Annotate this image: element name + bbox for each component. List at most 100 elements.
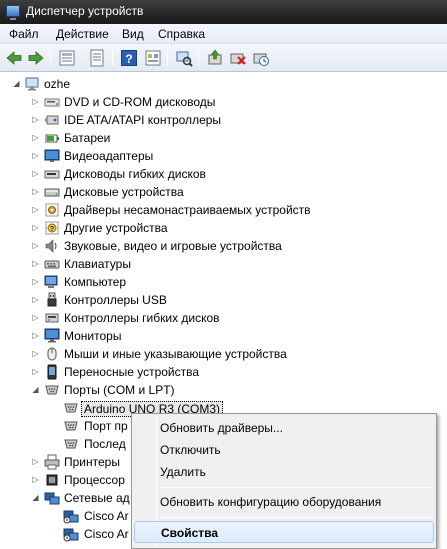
- tree-category[interactable]: ▷ Мониторы: [0, 327, 447, 345]
- expand-arrow-icon[interactable]: ▷: [31, 367, 40, 376]
- tree-category-label: DVD и CD-ROM дисководы: [64, 95, 216, 109]
- tree-category-label: Мыши и иные указывающие устройства: [64, 347, 287, 361]
- menu-item-disable[interactable]: Отключить: [134, 439, 434, 461]
- tree-category-label: Процессор: [64, 473, 125, 487]
- mouse-icon: [44, 346, 60, 362]
- expand-arrow-icon[interactable]: ▷: [31, 187, 40, 196]
- network-adapter-icon: [44, 490, 60, 506]
- expand-arrow-icon[interactable]: ▷: [31, 349, 40, 358]
- tree-category[interactable]: ▷ Переносные устройства: [0, 363, 447, 381]
- tree-root-label: ozhe: [44, 77, 71, 91]
- tree-category[interactable]: ▷ Драйверы несамонастраиваемых устройств: [0, 201, 447, 219]
- tree-category[interactable]: ▷ Компьютер: [0, 273, 447, 291]
- tree-device-label: Послед: [84, 437, 126, 451]
- tree-category[interactable]: ▷ Батареи: [0, 129, 447, 147]
- tree-category[interactable]: ▷ IDE ATA/ATAPI контроллеры: [0, 111, 447, 129]
- tree-device-label: Cisco Ar: [84, 527, 129, 541]
- tree-category[interactable]: ▷ Видеоадаптеры: [0, 147, 447, 165]
- disk-drive-icon: [44, 184, 60, 200]
- display-adapter-icon: [44, 148, 60, 164]
- ide-controller-icon: [44, 112, 60, 128]
- expand-arrow-icon[interactable]: ▷: [31, 97, 40, 106]
- svg-text:?: ?: [125, 52, 132, 66]
- menu-item-properties[interactable]: Свойства: [134, 521, 434, 543]
- port-icon: [63, 436, 79, 452]
- tree-category[interactable]: ▷ ? Другие устройства: [0, 219, 447, 237]
- context-menu: Обновить драйверы... Отключить Удалить О…: [131, 413, 437, 549]
- menu-file[interactable]: Файл: [9, 27, 39, 41]
- expand-arrow-icon[interactable]: ▷: [31, 475, 40, 484]
- tree-category-label: Дисководы гибких дисков: [64, 167, 206, 181]
- expand-arrow-icon[interactable]: ▷: [31, 457, 40, 466]
- menu-help[interactable]: Справка: [158, 27, 205, 41]
- tree-device-label: Порт пр: [84, 419, 128, 433]
- tree-device-label: Cisco Ar: [84, 509, 129, 523]
- expand-arrow-icon[interactable]: ▷: [31, 223, 40, 232]
- tree-category-label: Контроллеры USB: [64, 293, 167, 307]
- tree-category[interactable]: ▷ Дисковые устройства: [0, 183, 447, 201]
- battery-icon: [44, 130, 60, 146]
- back-icon[interactable]: [5, 49, 23, 67]
- show-hidden-icon[interactable]: [144, 49, 162, 67]
- menu-separator: [160, 517, 432, 518]
- collapse-arrow-icon[interactable]: ◢: [31, 493, 40, 502]
- expand-arrow-icon[interactable]: ▷: [31, 115, 40, 124]
- tree-category-label: Мониторы: [64, 329, 122, 343]
- tree-category-label: IDE ATA/ATAPI контроллеры: [64, 113, 222, 127]
- tree-category-label: Переносные устройства: [64, 365, 200, 379]
- network-adapter-disabled-icon: [63, 526, 79, 542]
- svg-text:?: ?: [50, 226, 54, 233]
- tree-category[interactable]: ▷ Мыши и иные указывающие устройства: [0, 345, 447, 363]
- tree-category[interactable]: ▷ DVD и CD-ROM дисководы: [0, 93, 447, 111]
- collapse-arrow-icon[interactable]: ◢: [12, 79, 21, 88]
- properties-grid-icon[interactable]: [58, 49, 76, 67]
- uninstall-icon[interactable]: [252, 49, 270, 67]
- expand-arrow-icon[interactable]: ▷: [31, 277, 40, 286]
- other-devices-icon: ?: [44, 220, 60, 236]
- expand-arrow-icon[interactable]: ▷: [31, 151, 40, 160]
- monitor-icon: [44, 328, 60, 344]
- floppy-drive-icon: [44, 166, 60, 182]
- forward-icon[interactable]: [27, 49, 45, 67]
- tree-category[interactable]: ▷ Контроллеры гибких дисков: [0, 309, 447, 327]
- disable-device-icon[interactable]: [229, 49, 247, 67]
- menu-view[interactable]: Вид: [122, 27, 144, 41]
- tree-category-label: Дисковые устройства: [64, 185, 184, 199]
- tree-category-label: Другие устройства: [64, 221, 168, 235]
- port-icon: [63, 418, 79, 434]
- expand-arrow-icon[interactable]: ▷: [31, 259, 40, 268]
- update-driver-icon[interactable]: [206, 49, 224, 67]
- expand-arrow-icon[interactable]: ▷: [31, 241, 40, 250]
- window-title: Диспетчер устройств: [26, 4, 144, 18]
- expand-arrow-icon[interactable]: ▷: [31, 331, 40, 340]
- help-icon[interactable]: ?: [120, 49, 138, 67]
- tree-category-label: Сетевые ад: [64, 491, 130, 505]
- menu-action[interactable]: Действие: [56, 27, 109, 41]
- tree-root[interactable]: ◢ ozhe: [0, 75, 447, 93]
- tree-category[interactable]: ▷ Клавиатуры: [0, 255, 447, 273]
- expand-arrow-icon[interactable]: ▷: [31, 205, 40, 214]
- menu-bar: Файл Действие Вид Справка: [0, 24, 447, 44]
- speaker-icon: [44, 238, 60, 254]
- tree-category-ports[interactable]: ◢ Порты (COM и LPT): [0, 381, 447, 399]
- expand-arrow-icon[interactable]: ▷: [31, 133, 40, 142]
- non-pnp-driver-icon: [44, 202, 60, 218]
- menu-item-uninstall[interactable]: Удалить: [134, 461, 434, 483]
- properties-icon[interactable]: [88, 49, 106, 67]
- scan-hardware-icon[interactable]: [175, 49, 193, 67]
- expand-arrow-icon[interactable]: ▷: [31, 169, 40, 178]
- tree-category-label: Принтеры: [64, 455, 120, 469]
- menu-item-update-drivers[interactable]: Обновить драйверы...: [134, 417, 434, 439]
- floppy-controller-icon: [44, 310, 60, 326]
- tree-category[interactable]: ▷ Контроллеры USB: [0, 291, 447, 309]
- expand-arrow-icon[interactable]: ▷: [31, 313, 40, 322]
- port-icon: [63, 400, 79, 416]
- expand-arrow-icon[interactable]: ▷: [31, 295, 40, 304]
- dvd-icon: [44, 94, 60, 110]
- tree-category[interactable]: ▷ Звуковые, видео и игровые устройства: [0, 237, 447, 255]
- collapse-arrow-icon[interactable]: ◢: [31, 385, 40, 394]
- menu-separator: [160, 487, 432, 488]
- menu-item-scan-hardware[interactable]: Обновить конфигурацию оборудования: [134, 491, 434, 513]
- tree-category[interactable]: ▷ Дисководы гибких дисков: [0, 165, 447, 183]
- tree-category-label: Драйверы несамонастраиваемых устройств: [64, 203, 311, 217]
